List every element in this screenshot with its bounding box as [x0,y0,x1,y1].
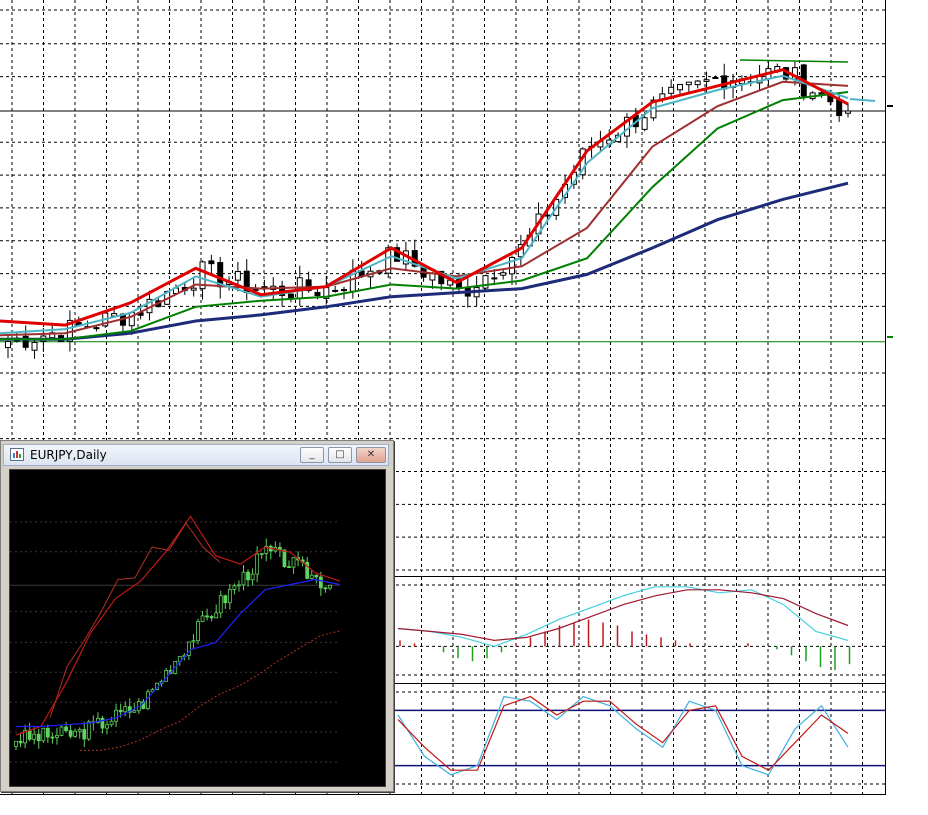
close-button[interactable]: ✕ [356,447,386,463]
sub-lagging-line [49,522,221,719]
candle-body [641,117,648,130]
sub-candle-body [282,549,287,567]
sub-candle-body [45,727,50,738]
candle-body [208,260,215,265]
macd-signal-line [397,586,849,647]
candle-body [712,76,719,79]
sub-candle-body [223,595,228,604]
sub-candle-body [77,729,82,732]
current-price-tag [887,104,893,107]
candle-body [93,327,100,330]
candle-body [685,81,692,86]
sub-candle-body [146,691,150,709]
candle-body [818,92,825,95]
sub-candle-body [191,640,196,643]
sub-candle-body [18,740,23,744]
sub-candle-body [50,736,55,739]
sub-candle-body [259,553,264,555]
sub-candle-body [114,709,118,722]
sub-candle-body [118,709,123,713]
macd-signal-line [397,589,849,642]
sub-candle-body [132,710,137,713]
level-price-tag [887,335,893,338]
candle-body [482,275,489,289]
sub-candle-body [241,571,246,586]
sub-candle-body [36,733,41,742]
candle-body [234,270,241,281]
sub-candle-body [232,585,237,590]
sub-candle-body [250,573,255,581]
candle-body [5,341,11,349]
window-title: EURJPY,Daily [30,448,107,462]
maximize-button[interactable]: □ [328,447,352,463]
chart-window-icon [10,448,24,461]
envelope-upper-line [739,59,849,63]
sub-candle-body [328,584,332,589]
stochastic-line [397,695,849,776]
minimize-button[interactable]: _ [300,447,324,463]
sub-candle-body [246,571,250,581]
sub-candle-body [105,724,109,729]
moving-average-line [0,91,849,341]
sub-candle-body [318,576,323,589]
candle-body [668,86,675,94]
sub-candle-body [218,595,223,614]
candle-body [314,291,321,297]
sub-candle-body [309,574,314,579]
sub-candle-body [100,717,105,729]
sub-candle-body [291,557,296,568]
sub-candle-body [73,730,78,737]
sub-price-chart[interactable] [10,470,385,786]
sub-candle-body [237,584,241,587]
sub-candle-body [86,721,91,740]
shifted-average-line [849,98,876,102]
sub-chart-area[interactable] [9,469,386,787]
candle-body [190,287,197,291]
sub-candle-body [41,727,46,742]
sub-candle-body [64,726,68,731]
sub-candle-body [227,589,232,604]
sub-candle-body [255,553,260,575]
candle-body [332,289,339,292]
candle-body [694,80,701,86]
sub-candle-body [123,706,128,713]
sub-candle-body [209,616,214,619]
sub-candle-body [214,612,219,619]
moving-average-line [0,80,849,337]
candle-body [703,79,710,82]
candle-body [500,272,507,276]
candle-body [845,110,851,114]
sub-candle-body [323,587,328,590]
candle-body [836,99,843,117]
sub-candle-body [68,730,73,737]
candle-body [491,277,498,280]
sub-candle-body [196,621,200,642]
sub-candle-body [32,733,37,740]
candle-body [287,293,294,299]
candle-body [677,83,683,91]
sub-candle-body [200,615,205,622]
sub-candle-body [109,720,114,726]
moving-average-line [0,181,849,341]
window-titlebar[interactable]: EURJPY,Daily _ □ ✕ [3,444,389,466]
candle-body [31,342,38,351]
sub-candle-body [314,574,319,578]
price-scale[interactable] [885,0,928,795]
sub-candle-body [14,740,18,747]
sub-candle-body [27,729,32,740]
sub-candle-body [59,726,64,736]
stochastic-line [397,695,849,771]
time-axis[interactable] [0,795,885,815]
sub-candle-body [287,566,291,568]
sub-candle-body [55,734,59,738]
candle-body [341,289,347,292]
sub-candle-body [82,729,87,740]
sub-candle-body [205,615,210,618]
eurjpy-daily-window[interactable]: EURJPY,Daily _ □ ✕ [0,440,394,792]
